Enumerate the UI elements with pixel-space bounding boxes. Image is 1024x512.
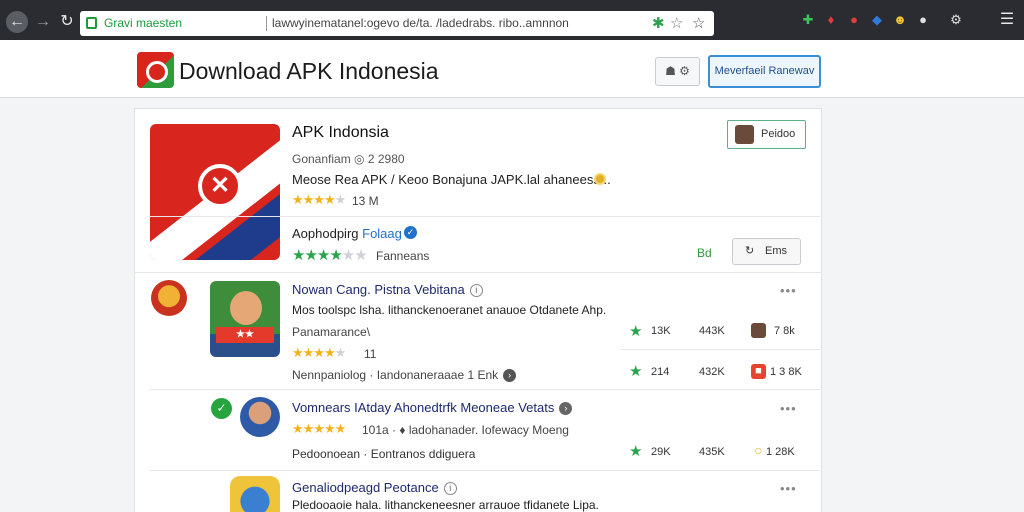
- address-bar[interactable]: Gravi maesten lawwyinematanel:ogevo de/t…: [80, 11, 714, 36]
- site-title[interactable]: Download APK Indonesia: [179, 58, 439, 85]
- stat-downloads: 435K: [699, 446, 725, 458]
- install-label: Ems: [765, 245, 787, 257]
- list-item-title[interactable]: Genaliodpeagd Peotance i: [292, 480, 457, 495]
- developer-prefix: Aophodpirg: [292, 226, 359, 241]
- list-item-title[interactable]: Vomnears IAtday Ahonedtrfk Meoneae Vetat…: [292, 400, 573, 415]
- app-icon[interactable]: [230, 476, 280, 512]
- list-item-title-text: Nowan Cang. Pistna Vebitana: [292, 282, 465, 297]
- developer-rating-stars: ★★★★★★: [292, 247, 368, 264]
- divider: [150, 216, 820, 217]
- list-item-title[interactable]: Nowan Cang. Pistna Vebitana i: [292, 282, 483, 297]
- user-icon: [751, 323, 766, 338]
- info-icon[interactable]: ›: [559, 402, 573, 415]
- info-icon[interactable]: i: [469, 284, 483, 297]
- more-icon[interactable]: •••: [780, 401, 797, 416]
- divider: [150, 389, 820, 390]
- featured-app-meta: Gonanfiam ◎ 2 2980: [292, 152, 405, 166]
- puzzle-icon[interactable]: ✚: [800, 12, 816, 28]
- featured-app-icon[interactable]: ✕: [150, 124, 280, 260]
- list-item-description: Mos toolspc lsha. lithanckenoeranet anau…: [292, 303, 607, 317]
- shield-icon[interactable]: ♦: [823, 12, 839, 28]
- star-icon[interactable]: ☆: [670, 11, 683, 36]
- list-item-rating-stars: ★★★★★: [292, 345, 346, 360]
- flag-icon[interactable]: ●: [846, 12, 862, 28]
- divider: [134, 272, 822, 273]
- featured-rating-count: 13 M: [352, 194, 379, 208]
- address-divider: [266, 16, 267, 31]
- stat-rating: 29K: [651, 446, 671, 458]
- profile-icon[interactable]: ●: [915, 12, 931, 28]
- close-icon: ✕: [198, 164, 242, 208]
- stat-extra: 1 3 8K: [770, 366, 802, 378]
- divider: [620, 349, 820, 350]
- follow-label: Peidoo: [761, 128, 796, 140]
- divider: [150, 470, 820, 471]
- stat-extra: 1 28K: [766, 446, 795, 458]
- developer-link[interactable]: Folaag: [362, 226, 402, 241]
- coin-icon: [594, 173, 606, 185]
- list-item-meta: Nennpaniolog · Iandonaneraaae 1 Enk ›: [292, 368, 517, 382]
- site-logo[interactable]: [137, 52, 174, 88]
- check-icon: ✓: [211, 398, 232, 419]
- stat-rating: 214: [651, 366, 670, 378]
- app-icon[interactable]: ★★: [210, 281, 280, 357]
- star-icon: ★: [629, 323, 643, 340]
- site-header: Download APK Indonesia ☗ ⚙ Meverfaeil Ra…: [0, 40, 1024, 98]
- list-item-meta: Pedoonoean · Eontranos ddiguera: [292, 447, 476, 461]
- stat-rating: 13K: [651, 325, 671, 337]
- list-item-rating-stars: ★★★★★: [292, 421, 346, 436]
- list-item-rating-count: 11: [364, 347, 377, 361]
- featured-developer: Aophodpirg Folaag: [292, 226, 402, 241]
- lock-icon: [86, 17, 97, 29]
- list-item-title-text: Genaliodpeagd Peotance: [292, 480, 439, 495]
- publisher-avatar[interactable]: [151, 280, 187, 316]
- more-icon[interactable]: •••: [780, 283, 797, 298]
- stat-downloads: 432K: [699, 366, 725, 378]
- refresh-icon: ↻: [745, 245, 755, 257]
- user-menu-button[interactable]: ☗ ⚙: [655, 57, 700, 86]
- forward-icon[interactable]: →: [32, 11, 54, 33]
- verified-icon: ✓: [404, 226, 417, 239]
- gift-icon: ■: [751, 364, 766, 379]
- circle-icon[interactable]: ◆: [869, 12, 885, 28]
- star-icon: ★: [629, 363, 643, 380]
- stat-extra: 7 8k: [774, 325, 795, 337]
- featured-rating-stars: ★★★★★: [292, 192, 346, 207]
- info-icon[interactable]: ›: [503, 369, 517, 382]
- extension-icon[interactable]: ✱: [652, 11, 665, 36]
- featured-app-description: Meose Rea APK / Keoo Bonajuna JAPK.lal a…: [292, 172, 611, 187]
- browser-toolbar: ← → ↻ Gravi maesten lawwyinematanel:ogev…: [0, 0, 1024, 40]
- emoji-icon[interactable]: ☻: [892, 12, 908, 28]
- list-item-subtitle: Panamarance\: [292, 325, 371, 339]
- back-icon[interactable]: ←: [6, 11, 28, 33]
- info-icon[interactable]: i: [443, 482, 457, 495]
- header-cta-button[interactable]: Meverfaeil Ranewav: [708, 55, 821, 88]
- bookmark-star-icon[interactable]: ☆: [692, 11, 705, 36]
- more-icon[interactable]: •••: [780, 481, 797, 496]
- price-label: Bd: [697, 246, 712, 260]
- menu-icon[interactable]: ☰: [999, 12, 1015, 28]
- url-text[interactable]: lawwyinematanel:ogevo de/ta. /ladedrabs.…: [272, 11, 569, 36]
- list-item-title-text: Vomnears IAtday Ahonedtrfk Meoneae Vetat…: [292, 400, 555, 415]
- stat-downloads: 443K: [699, 325, 725, 337]
- secure-label: Gravi maesten: [104, 16, 183, 30]
- coin-icon: ○: [754, 442, 763, 458]
- avatar: [735, 125, 754, 144]
- install-button[interactable]: ↻ Ems: [732, 238, 801, 265]
- star-icon: ★: [629, 443, 643, 460]
- app-avatar[interactable]: [240, 397, 280, 437]
- reload-icon[interactable]: ↻: [56, 11, 78, 33]
- list-item-description: Pledooaoie hala. lithanckeneesner arrauo…: [292, 498, 599, 512]
- list-item-rating-count: 101a · ♦ ladohanader. Iofewacy Moeng: [362, 423, 569, 437]
- list-item-meta-text: Nennpaniolog · Iandonaneraaae 1 Enk: [292, 368, 499, 382]
- featured-app-title[interactable]: APK Indonsia: [292, 124, 389, 142]
- developer-rating-text: Fanneans: [376, 249, 430, 263]
- gear-icon[interactable]: ⚙: [948, 12, 964, 28]
- follow-button[interactable]: Peidoo: [727, 120, 806, 149]
